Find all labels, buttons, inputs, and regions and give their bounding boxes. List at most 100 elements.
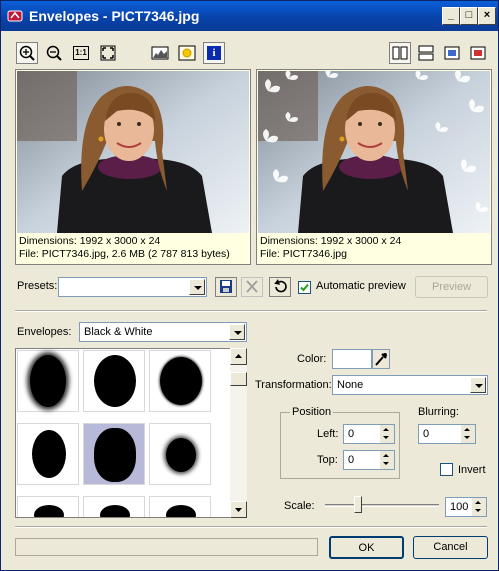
histogram-button[interactable] bbox=[149, 42, 171, 64]
envelope-shape bbox=[166, 438, 196, 472]
envelopes-value: Black & White bbox=[84, 326, 153, 338]
color-swatch[interactable] bbox=[332, 349, 372, 369]
position-label: Position bbox=[290, 406, 334, 418]
spin-arrows-icon[interactable] bbox=[380, 425, 394, 443]
save-preset-button[interactable] bbox=[215, 277, 237, 297]
original-preview[interactable]: Dimensions: 1992 x 3000 x 24 File: PICT7… bbox=[15, 69, 251, 265]
delete-preset-button[interactable] bbox=[241, 277, 263, 297]
envelope-thumb[interactable] bbox=[17, 423, 79, 485]
chevron-down-icon[interactable] bbox=[470, 377, 486, 393]
left-spinner[interactable]: 0 bbox=[343, 424, 395, 444]
envelope-shape bbox=[34, 505, 64, 517]
spin-arrows-icon[interactable] bbox=[461, 425, 475, 443]
envelope-thumb[interactable] bbox=[149, 423, 211, 485]
zoom-in-button[interactable] bbox=[16, 42, 38, 64]
save-icon bbox=[220, 280, 232, 293]
envelope-thumb[interactable] bbox=[17, 496, 79, 517]
original-file: File: PICT7346.jpg, 2.6 MB (2 787 813 by… bbox=[19, 248, 230, 260]
title-bar[interactable]: Envelopes - PICT7346.jpg _ □ × bbox=[1, 1, 498, 31]
original-info: Dimensions: 1992 x 3000 x 24 File: PICT7… bbox=[19, 235, 230, 261]
single-view-button[interactable] bbox=[441, 42, 463, 64]
color-label: Color: bbox=[297, 353, 327, 365]
result-view-button[interactable] bbox=[467, 42, 489, 64]
original-dimensions: Dimensions: 1992 x 3000 x 24 bbox=[19, 235, 161, 247]
split-vertical-button[interactable] bbox=[389, 42, 411, 64]
invert-label: Invert bbox=[458, 464, 486, 476]
gallery-scrollbar[interactable] bbox=[230, 348, 247, 518]
presets-label: Presets: bbox=[17, 280, 58, 292]
result-dimensions: Dimensions: 1992 x 3000 x 24 bbox=[260, 235, 402, 247]
result-preview[interactable]: Dimensions: 1992 x 3000 x 24 File: PICT7… bbox=[256, 69, 492, 265]
app-icon bbox=[7, 10, 23, 22]
reset-button[interactable] bbox=[269, 277, 291, 297]
envelopes-dialog: Envelopes - PICT7346.jpg _ □ × 1:1 i Dim… bbox=[0, 0, 499, 571]
envelopes-label: Envelopes: bbox=[17, 326, 72, 338]
envelope-shape bbox=[94, 428, 136, 482]
split-horizontal-button[interactable] bbox=[415, 42, 437, 64]
scale-track[interactable] bbox=[325, 504, 439, 507]
info-icon: i bbox=[207, 46, 221, 60]
result-view-icon bbox=[470, 46, 486, 60]
spin-arrows-icon[interactable] bbox=[380, 451, 394, 469]
scale-value: 100 bbox=[450, 501, 469, 513]
envelope-shape bbox=[94, 355, 136, 407]
transformation-value: None bbox=[337, 379, 364, 391]
close-button[interactable]: × bbox=[478, 7, 496, 25]
envelope-gallery[interactable] bbox=[15, 348, 247, 518]
left-label: Left: bbox=[317, 428, 339, 440]
top-spinner[interactable]: 0 bbox=[343, 450, 395, 470]
sun-button[interactable] bbox=[176, 42, 198, 64]
scroll-down-button[interactable] bbox=[230, 501, 247, 518]
top-value: 0 bbox=[348, 454, 355, 466]
cancel-button[interactable]: Cancel bbox=[413, 536, 488, 559]
progress-bar bbox=[15, 538, 318, 556]
result-info: Dimensions: 1992 x 3000 x 24 File: PICT7… bbox=[260, 235, 401, 261]
blurring-value: 0 bbox=[423, 428, 430, 440]
envelopes-combo[interactable]: Black & White bbox=[79, 322, 247, 342]
actual-size-button[interactable]: 1:1 bbox=[70, 42, 92, 64]
envelope-shape bbox=[30, 355, 66, 407]
delete-icon bbox=[246, 280, 258, 293]
maximize-button[interactable]: □ bbox=[460, 7, 478, 25]
envelope-thumb[interactable] bbox=[83, 350, 145, 412]
eyedropper-button[interactable] bbox=[372, 349, 390, 369]
original-image bbox=[17, 71, 249, 233]
scroll-thumb[interactable] bbox=[230, 372, 247, 386]
zoom-out-button[interactable] bbox=[43, 42, 65, 64]
chevron-down-icon[interactable] bbox=[189, 279, 205, 295]
single-view-icon bbox=[444, 46, 460, 60]
sun-icon bbox=[178, 45, 196, 61]
result-file: File: PICT7346.jpg bbox=[260, 248, 347, 260]
zoom-out-icon bbox=[46, 45, 62, 61]
envelope-thumb[interactable] bbox=[149, 496, 211, 517]
divider bbox=[15, 310, 487, 312]
blurring-spinner[interactable]: 0 bbox=[418, 424, 476, 444]
chevron-down-icon[interactable] bbox=[229, 324, 245, 340]
top-label: Top: bbox=[317, 454, 338, 466]
envelope-thumb[interactable] bbox=[83, 496, 145, 517]
scroll-up-button[interactable] bbox=[230, 348, 247, 365]
automatic-preview-checkbox[interactable] bbox=[298, 281, 311, 294]
scale-label: Scale: bbox=[284, 500, 315, 512]
envelope-thumb[interactable] bbox=[17, 350, 79, 412]
scale-slider-thumb[interactable] bbox=[354, 496, 362, 513]
envelope-thumb-selected[interactable] bbox=[83, 423, 145, 485]
transformation-combo[interactable]: None bbox=[332, 375, 488, 395]
divider bbox=[15, 526, 487, 528]
envelope-shape bbox=[32, 430, 66, 478]
envelope-thumb[interactable] bbox=[149, 350, 211, 412]
minimize-button[interactable]: _ bbox=[442, 7, 460, 25]
eyedropper-icon bbox=[375, 353, 387, 366]
preview-button[interactable]: Preview bbox=[415, 276, 488, 298]
ok-button[interactable]: OK bbox=[329, 536, 404, 559]
fit-window-button[interactable] bbox=[97, 42, 119, 64]
left-value: 0 bbox=[348, 428, 355, 440]
checkmark-icon bbox=[300, 283, 309, 292]
window-title: Envelopes - PICT7346.jpg bbox=[29, 8, 200, 24]
scale-spinner[interactable]: 100 bbox=[445, 497, 487, 517]
invert-checkbox[interactable] bbox=[440, 463, 453, 476]
info-button[interactable]: i bbox=[203, 42, 225, 64]
split-horizontal-icon bbox=[418, 45, 434, 61]
spin-arrows-icon[interactable] bbox=[472, 498, 486, 516]
presets-combo[interactable] bbox=[58, 277, 207, 297]
